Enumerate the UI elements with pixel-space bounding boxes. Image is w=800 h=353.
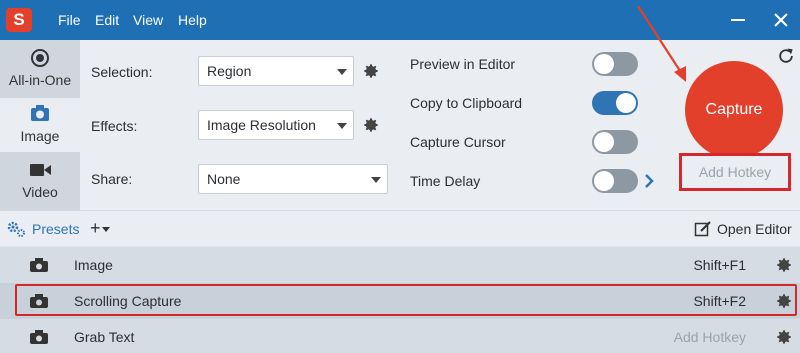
- copy-to-clipboard-label: Copy to Clipboard: [410, 95, 523, 111]
- video-camera-icon: [30, 164, 51, 176]
- menu-help[interactable]: Help: [178, 0, 207, 40]
- chevron-down-icon: [337, 123, 347, 129]
- preview-in-editor-toggle[interactable]: [592, 52, 638, 76]
- toggle-knob: [616, 93, 636, 113]
- preset-name: Grab Text: [74, 329, 135, 345]
- all-in-one-icon: [31, 49, 49, 67]
- copy-to-clipboard-toggle[interactable]: [592, 91, 638, 115]
- menu-edit[interactable]: Edit: [95, 0, 119, 40]
- effects-label: Effects:: [91, 118, 138, 134]
- tab-all-in-one-label: All-in-One: [8, 72, 72, 88]
- share-value: None: [207, 171, 241, 187]
- tab-video[interactable]: Video: [0, 154, 80, 208]
- toggle-knob: [594, 132, 614, 152]
- close-icon[interactable]: [769, 8, 793, 32]
- selection-value: Region: [207, 63, 252, 79]
- preset-gear-icon[interactable]: [775, 292, 793, 310]
- reset-icon[interactable]: [776, 46, 796, 66]
- camera-icon: [30, 258, 48, 272]
- capture-cursor-label: Capture Cursor: [410, 134, 506, 150]
- capture-panel: All-in-One Image Video Selection: Region…: [0, 40, 800, 210]
- add-preset-button[interactable]: +: [90, 218, 101, 239]
- selection-dropdown[interactable]: Region: [198, 56, 354, 86]
- effects-settings-gear-icon[interactable]: [362, 116, 380, 134]
- open-editor-button[interactable]: Open Editor: [717, 221, 792, 237]
- tab-video-label: Video: [22, 184, 58, 200]
- selection-label: Selection:: [91, 64, 153, 80]
- presets-gears-icon: [7, 221, 25, 237]
- camera-icon: [30, 294, 48, 308]
- time-delay-label: Time Delay: [410, 173, 481, 189]
- chevron-down-icon: [371, 177, 381, 183]
- preset-hotkey: Shift+F2: [693, 293, 746, 309]
- capture-button[interactable]: Capture: [685, 61, 783, 159]
- menu-file[interactable]: File: [58, 0, 81, 40]
- preset-row[interactable]: Image Shift+F1: [0, 247, 800, 283]
- preset-gear-icon[interactable]: [775, 328, 793, 346]
- capture-cursor-toggle[interactable]: [592, 130, 638, 154]
- presets-label[interactable]: Presets: [32, 221, 79, 237]
- tab-all-in-one[interactable]: All-in-One: [0, 42, 80, 96]
- mode-tabs: All-in-One Image Video: [0, 40, 80, 210]
- effects-value: Image Resolution: [207, 117, 316, 133]
- camera-icon: [31, 105, 49, 121]
- selection-settings-gear-icon[interactable]: [362, 62, 380, 80]
- minimize-icon[interactable]: [726, 8, 750, 32]
- preset-add-hotkey[interactable]: Add Hotkey: [674, 329, 746, 345]
- title-bar: S File Edit View Help: [0, 0, 800, 40]
- preview-in-editor-label: Preview in Editor: [410, 56, 516, 72]
- share-dropdown[interactable]: None: [198, 164, 388, 194]
- time-delay-chevron-right-icon[interactable]: [643, 173, 655, 189]
- time-delay-toggle[interactable]: [592, 169, 638, 193]
- chevron-down-icon: [337, 69, 347, 75]
- tab-image[interactable]: Image: [0, 98, 80, 152]
- preset-name: Scrolling Capture: [74, 293, 182, 309]
- preset-row[interactable]: Grab Text Add Hotkey: [0, 319, 800, 353]
- presets-bar: Presets + Open Editor: [0, 210, 800, 246]
- camera-icon: [30, 330, 48, 344]
- app-logo: S: [6, 8, 32, 32]
- add-hotkey-button[interactable]: Add Hotkey: [679, 153, 791, 191]
- preset-name: Image: [74, 257, 113, 273]
- open-editor-icon[interactable]: [694, 220, 712, 238]
- preset-hotkey: Shift+F1: [693, 257, 746, 273]
- toggle-knob: [594, 171, 614, 191]
- preset-gear-icon[interactable]: [775, 256, 793, 274]
- preset-row-selected[interactable]: Scrolling Capture Shift+F2: [0, 283, 800, 319]
- toggle-knob: [594, 54, 614, 74]
- menu-view[interactable]: View: [133, 0, 163, 40]
- effects-dropdown[interactable]: Image Resolution: [198, 110, 354, 140]
- chevron-down-icon[interactable]: [102, 227, 110, 233]
- share-label: Share:: [91, 171, 133, 187]
- tab-image-label: Image: [20, 128, 60, 144]
